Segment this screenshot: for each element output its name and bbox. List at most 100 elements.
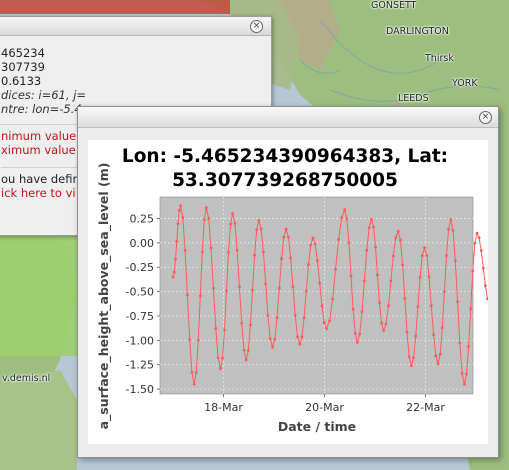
data-point — [240, 321, 244, 325]
data-point — [471, 269, 475, 273]
data-point — [186, 293, 189, 297]
data-point — [284, 227, 288, 231]
data-point — [229, 222, 233, 226]
info-panel-titlebar[interactable]: × — [0, 17, 271, 36]
data-point — [216, 356, 220, 360]
x-tick-label: 22-Mar — [406, 401, 445, 414]
data-point — [204, 206, 208, 210]
data-point — [174, 257, 177, 261]
data-point — [458, 341, 462, 345]
y-tick-label: -0.75 — [126, 310, 154, 323]
data-point — [209, 246, 213, 250]
data-point — [365, 248, 369, 252]
x-axis-label: Date / time — [278, 419, 356, 434]
info-lon-value: 465234 — [1, 46, 45, 60]
data-point — [227, 250, 230, 254]
data-point — [423, 246, 426, 250]
data-point — [337, 238, 340, 241]
data-point — [427, 275, 431, 279]
data-point — [198, 294, 202, 298]
data-point — [293, 314, 297, 317]
chart-title-line2: 53.307739268750005 — [172, 170, 398, 191]
data-point — [242, 348, 246, 352]
data-point — [389, 279, 393, 283]
data-point — [275, 316, 279, 320]
data-point — [401, 263, 404, 267]
place-thirsk: Thirsk — [425, 53, 454, 64]
data-point — [418, 275, 422, 279]
data-point — [481, 266, 485, 270]
data-point — [382, 329, 385, 332]
y-tick-label: -1.50 — [126, 383, 154, 396]
data-point — [436, 362, 440, 366]
data-point — [311, 236, 315, 240]
y-tick-label: 0.00 — [130, 237, 155, 250]
data-point — [394, 236, 398, 240]
data-point — [349, 274, 353, 278]
data-point — [249, 323, 252, 327]
data-point — [429, 304, 433, 308]
chart-container: Lon: -5.465234390964383, Lat: 53.3077392… — [88, 140, 488, 444]
data-point — [380, 321, 383, 325]
data-point — [460, 371, 464, 375]
data-point — [202, 218, 206, 221]
data-point — [463, 382, 466, 386]
data-point — [387, 304, 390, 308]
data-point — [313, 242, 317, 246]
popup-titlebar[interactable]: × — [78, 107, 498, 128]
data-point — [302, 316, 306, 320]
data-point — [296, 335, 299, 338]
data-point — [244, 358, 248, 362]
data-point — [355, 340, 359, 344]
map-land-wales — [0, 370, 77, 470]
x-tick-label: 18-Mar — [204, 401, 243, 414]
y-tick-label: -1.00 — [126, 334, 154, 347]
data-point — [214, 327, 218, 330]
data-point — [307, 263, 310, 266]
data-point — [453, 259, 457, 262]
data-point — [370, 218, 373, 221]
data-point — [271, 345, 274, 349]
y-axis-label: a_surface_height_above_sea_level (m) — [96, 163, 112, 430]
data-point — [378, 301, 381, 305]
data-point — [334, 267, 337, 271]
data-point — [343, 208, 347, 212]
data-point — [273, 337, 277, 341]
data-point — [257, 219, 261, 222]
data-point — [351, 307, 355, 311]
data-point — [194, 371, 198, 374]
info-panel-close-icon[interactable]: × — [250, 20, 263, 33]
data-point — [268, 337, 272, 341]
data-point — [207, 217, 211, 220]
map-credit: v.demis.nl — [2, 373, 51, 384]
data-point — [175, 240, 179, 243]
data-point — [399, 238, 402, 242]
data-point — [264, 282, 268, 286]
data-point — [443, 290, 446, 293]
data-point — [425, 254, 429, 257]
data-point — [477, 236, 481, 240]
data-point — [266, 314, 270, 317]
data-point — [456, 300, 459, 304]
data-point — [374, 245, 377, 249]
data-point — [479, 249, 483, 252]
data-point — [391, 254, 395, 258]
data-point — [486, 297, 488, 300]
map-overlay-patch — [0, 236, 78, 356]
data-point — [347, 241, 351, 245]
data-point — [440, 326, 444, 330]
data-point — [291, 285, 295, 289]
data-point — [340, 216, 344, 219]
data-point — [434, 354, 438, 358]
data-point — [287, 235, 290, 239]
data-point — [309, 243, 313, 247]
popup-close-icon[interactable]: × — [479, 111, 492, 124]
data-point — [298, 342, 302, 346]
data-point — [358, 332, 362, 336]
data-point — [410, 364, 413, 368]
map-overlay-strip — [0, 0, 230, 14]
data-point — [467, 345, 470, 348]
data-point — [246, 349, 250, 352]
data-point — [282, 235, 286, 239]
data-point — [181, 216, 185, 220]
